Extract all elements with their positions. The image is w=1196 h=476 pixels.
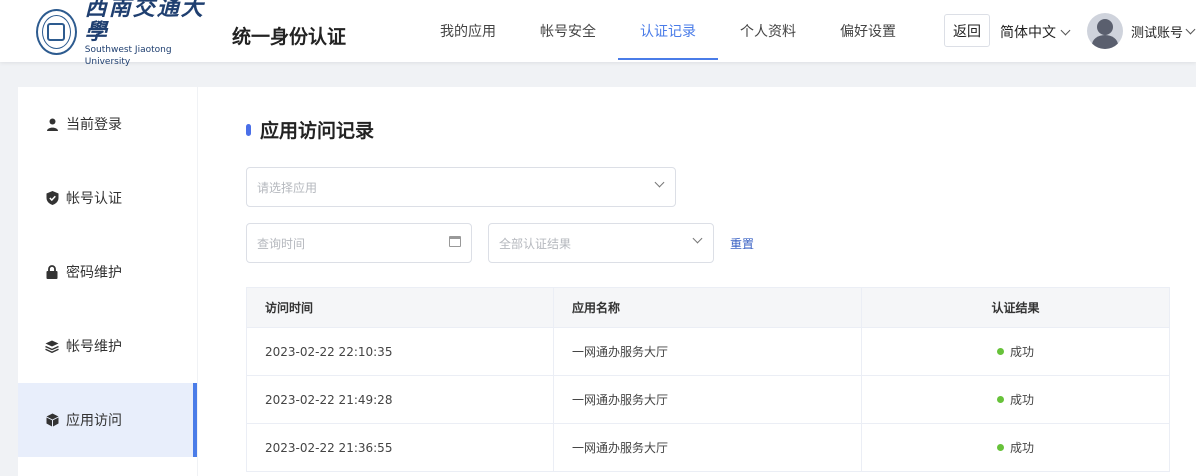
sidebar-item-password[interactable]: 密码维护 xyxy=(18,235,197,309)
sidebar-item-account-maintenance[interactable]: 帐号维护 xyxy=(18,309,197,383)
logo-english-name: Southwest Jiaotong University xyxy=(84,45,172,67)
avatar[interactable] xyxy=(1087,13,1123,49)
chevron-down-icon xyxy=(654,177,665,188)
chevron-down-icon xyxy=(1185,24,1196,35)
nav-preferences[interactable]: 偏好设置 xyxy=(818,0,918,62)
result-select-placeholder: 全部认证结果 xyxy=(499,236,572,251)
shield-icon xyxy=(45,191,59,205)
table-header-row: 访问时间 应用名称 认证结果 xyxy=(247,288,1169,328)
language-label: 简体中文 xyxy=(1000,25,1056,41)
sidebar-item-label: 密码维护 xyxy=(66,265,122,281)
sidebar: 当前登录 帐号认证 密码维护 帐号维护 应用访问 xyxy=(18,87,197,476)
reset-button[interactable]: 重置 xyxy=(730,235,754,252)
column-header-app: 应用名称 xyxy=(554,288,862,327)
user-name: 测试账号 xyxy=(1131,26,1184,41)
cell-result: 成功 xyxy=(862,376,1169,423)
table-row: 2023-02-22 22:10:35 一网通办服务大厅 成功 xyxy=(247,328,1169,376)
language-selector[interactable]: 简体中文 xyxy=(1000,22,1071,42)
success-dot-icon xyxy=(996,396,1004,403)
result-label: 成功 xyxy=(1009,393,1034,407)
sidebar-item-label: 帐号认证 xyxy=(66,191,122,207)
sidebar-item-label: 当前登录 xyxy=(66,117,122,133)
university-logo[interactable]: 西南交通大學 Southwest Jiaotong University xyxy=(36,0,211,67)
time-picker-input[interactable]: 查询时间 xyxy=(246,223,472,263)
title-accent-bar xyxy=(246,123,251,136)
user-icon xyxy=(45,117,59,131)
calendar-icon xyxy=(449,236,461,247)
time-picker-placeholder: 查询时间 xyxy=(257,236,306,251)
app-select[interactable]: 请选择应用 xyxy=(246,167,676,207)
main-nav: 我的应用 帐号安全 认证记录 个人资料 偏好设置 xyxy=(418,0,918,62)
column-header-time: 访问时间 xyxy=(247,288,554,327)
nav-auth-records[interactable]: 认证记录 xyxy=(618,0,718,62)
app-select-placeholder: 请选择应用 xyxy=(257,180,318,195)
sidebar-item-label: 应用访问 xyxy=(66,413,122,429)
lock-icon xyxy=(45,265,59,279)
cell-app: 一网通办服务大厅 xyxy=(554,424,862,471)
success-dot-icon xyxy=(996,348,1004,355)
success-dot-icon xyxy=(996,444,1004,451)
cell-result: 成功 xyxy=(862,424,1169,471)
page-title: 应用访问记录 xyxy=(246,116,374,143)
access-records-table: 访问时间 应用名称 认证结果 2023-02-22 22:10:35 一网通办服… xyxy=(246,287,1170,472)
sidebar-item-app-access[interactable]: 应用访问 xyxy=(18,383,197,457)
nav-profile[interactable]: 个人资料 xyxy=(718,0,818,62)
nav-account-security[interactable]: 帐号安全 xyxy=(518,0,618,62)
user-menu[interactable]: 测试账号 xyxy=(1131,22,1196,41)
result-label: 成功 xyxy=(1009,441,1034,455)
back-button[interactable]: 返回 xyxy=(944,14,990,47)
sidebar-item-current-login[interactable]: 当前登录 xyxy=(18,87,197,161)
cell-time: 2023-02-22 21:36:55 xyxy=(247,424,554,471)
cell-app: 一网通办服务大厅 xyxy=(554,328,862,375)
chevron-down-icon xyxy=(1060,25,1071,35)
cell-time: 2023-02-22 22:10:35 xyxy=(247,328,554,375)
top-header: 西南交通大學 Southwest Jiaotong University 统一身… xyxy=(0,0,1196,67)
layers-icon xyxy=(45,339,59,353)
cell-time: 2023-02-22 21:49:28 xyxy=(247,376,554,423)
sidebar-item-account-auth[interactable]: 帐号认证 xyxy=(18,161,197,235)
nav-my-apps[interactable]: 我的应用 xyxy=(418,0,518,62)
sidebar-item-label: 帐号维护 xyxy=(66,339,122,355)
site-title: 统一身份认证 xyxy=(232,26,347,48)
cell-result: 成功 xyxy=(862,328,1169,375)
cell-app: 一网通办服务大厅 xyxy=(554,376,862,423)
university-seal-icon xyxy=(36,9,77,55)
table-row: 2023-02-22 21:36:55 一网通办服务大厅 成功 xyxy=(247,424,1169,472)
result-select[interactable]: 全部认证结果 xyxy=(488,223,714,263)
page-title-text: 应用访问记录 xyxy=(260,120,375,142)
result-label: 成功 xyxy=(1009,345,1034,359)
cube-icon xyxy=(45,413,59,427)
chevron-down-icon xyxy=(692,233,703,244)
table-row: 2023-02-22 21:49:28 一网通办服务大厅 成功 xyxy=(247,376,1169,424)
main-content: 应用访问记录 请选择应用 查询时间 全部认证结果 重置 访问时间 应用名称 认证… xyxy=(198,87,1196,476)
logo-chinese-name: 西南交通大學 xyxy=(84,0,205,45)
column-header-result: 认证结果 xyxy=(991,301,1040,315)
